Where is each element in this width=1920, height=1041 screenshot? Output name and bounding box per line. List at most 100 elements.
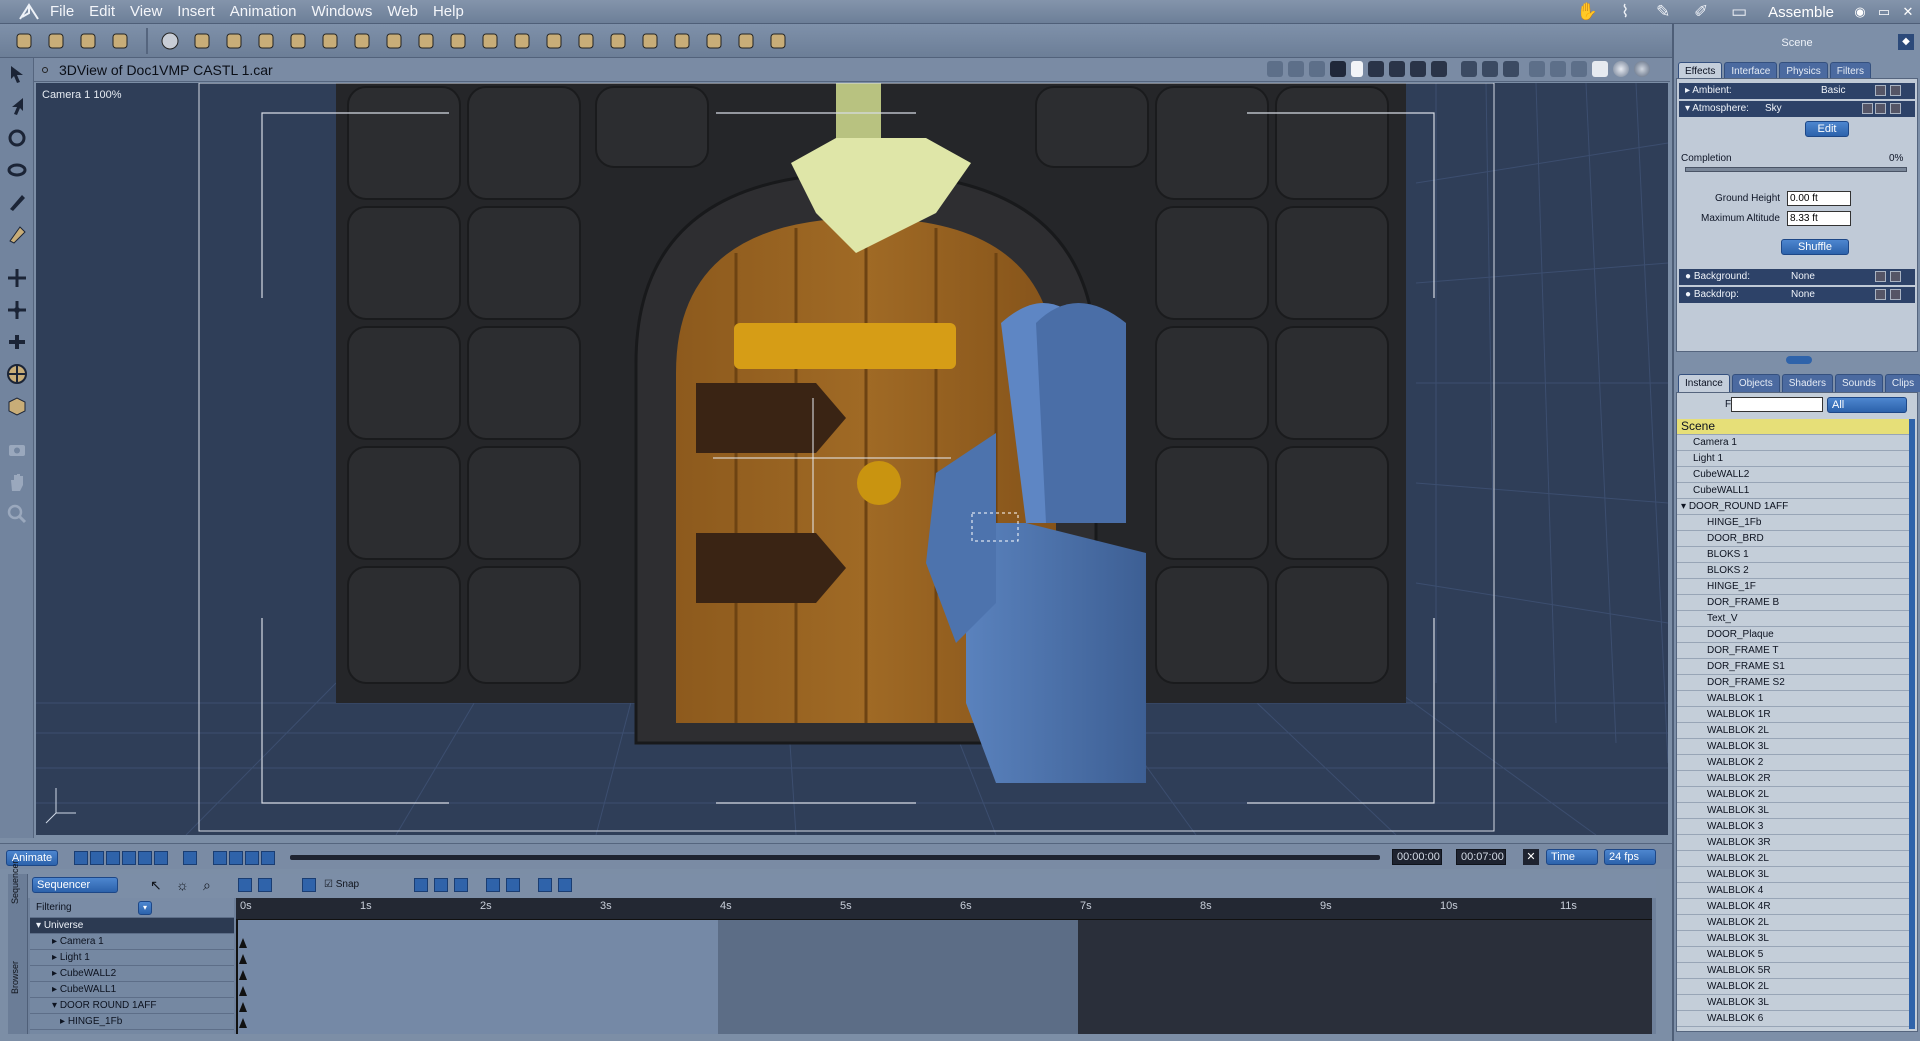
cube-wire-icon[interactable]: [1571, 61, 1587, 77]
add-key-icon[interactable]: [228, 850, 243, 865]
pointer-icon[interactable]: ↖: [150, 877, 162, 894]
fps-select[interactable]: 24 fps: [1604, 849, 1656, 865]
render-mode-icon[interactable]: [1529, 61, 1545, 77]
track-expand-icon[interactable]: ▾: [36, 920, 44, 931]
track-row[interactable]: ▾ DOOR ROUND 1AFF: [30, 998, 234, 1014]
filtering-dropdown-icon[interactable]: ▾: [138, 901, 152, 915]
cylinder-icon[interactable]: [188, 28, 216, 54]
text-icon[interactable]: [316, 28, 344, 54]
box2-icon[interactable]: [540, 28, 568, 54]
select-arrow-icon[interactable]: [0, 58, 34, 90]
shield3-icon[interactable]: [1503, 61, 1519, 77]
keyframe-marker[interactable]: [239, 970, 247, 980]
pencil-icon[interactable]: [0, 186, 34, 218]
sphere-icon[interactable]: [156, 28, 184, 54]
eye-icon[interactable]: ◉: [1848, 4, 1872, 20]
track-row[interactable]: ▸ CubeWALL2: [30, 966, 234, 982]
scene-tree-child[interactable]: WALBLOK 3: [1677, 819, 1909, 835]
wire-icon[interactable]: [1550, 61, 1566, 77]
text-agi-icon[interactable]: [572, 28, 600, 54]
snap-menu-icon[interactable]: [302, 878, 316, 892]
curve-linear-icon[interactable]: [414, 878, 428, 892]
bowl-icon[interactable]: [604, 28, 632, 54]
atmosphere-btn2-icon[interactable]: [1875, 103, 1886, 114]
scene-tree-child[interactable]: WALBLOK 2: [1677, 755, 1909, 771]
backdrop-btn2-icon[interactable]: [1890, 289, 1901, 300]
circle-icon[interactable]: [732, 28, 760, 54]
menu-windows[interactable]: Windows: [312, 0, 384, 24]
play-icon[interactable]: [122, 850, 136, 865]
scene-tree-child[interactable]: WALBLOK 2L: [1677, 979, 1909, 995]
track-row[interactable]: ▸ Light 1: [30, 950, 234, 966]
atmosphere-btn3-icon[interactable]: [1890, 103, 1901, 114]
time-scrubber[interactable]: [290, 855, 1380, 860]
box-icon[interactable]: [508, 28, 536, 54]
curve-ease-in-icon[interactable]: [486, 878, 500, 892]
scene-tree-child[interactable]: WALBLOK 3L: [1677, 803, 1909, 819]
playhead[interactable]: [236, 920, 238, 1034]
sequencer-timeline[interactable]: 0s 1s 2s 3s 4s 5s 6s 7s 8s 9s 10s 11s: [236, 898, 1652, 1034]
ambient-row[interactable]: ▸ Ambient: Basic: [1679, 83, 1915, 99]
box-tool-icon[interactable]: [0, 390, 34, 422]
scene-tree-child[interactable]: HINGE_1Fb: [1677, 515, 1909, 531]
background-btn2-icon[interactable]: [1890, 271, 1901, 282]
keyframe-marker[interactable]: [239, 1018, 247, 1028]
hand-tool-icon[interactable]: [42, 28, 70, 54]
scale-icon[interactable]: [0, 358, 34, 390]
scene-tree-child[interactable]: BLOKS 1: [1677, 547, 1909, 563]
scene-tree-child[interactable]: BLOKS 2: [1677, 563, 1909, 579]
prev-key-icon[interactable]: [212, 850, 227, 865]
hat-icon[interactable]: [444, 28, 472, 54]
ambient-btn1-icon[interactable]: [1875, 85, 1886, 96]
scene-group-item[interactable]: ▾ DOOR_ROUND 1AFF: [1677, 499, 1909, 515]
3d-viewport[interactable]: Camera 1 100%: [36, 83, 1668, 835]
end-time-field[interactable]: 00:07:00: [1456, 849, 1506, 865]
pen-icon[interactable]: [636, 28, 664, 54]
sphere-render-icon[interactable]: [1634, 61, 1650, 77]
tab-sounds[interactable]: Sounds: [1834, 374, 1883, 392]
background-row[interactable]: ● Background: None: [1679, 269, 1915, 285]
rewind-icon[interactable]: [90, 850, 104, 865]
backdrop-btn1-icon[interactable]: [1875, 289, 1886, 300]
fit-icon[interactable]: [238, 878, 252, 892]
scene-tree-child[interactable]: WALBLOK 2L: [1677, 723, 1909, 739]
track-expand-icon[interactable]: ▾: [52, 1000, 60, 1011]
ring-icon[interactable]: [284, 28, 312, 54]
scene-tree-child[interactable]: DOR_FRAME B: [1677, 595, 1909, 611]
menu-edit[interactable]: Edit: [89, 0, 126, 24]
scene-tree-child[interactable]: WALBLOK 1: [1677, 691, 1909, 707]
time-mode-select[interactable]: Time: [1546, 849, 1598, 865]
menu-view[interactable]: View: [130, 0, 173, 24]
layout-four-icon[interactable]: [1410, 61, 1426, 77]
plane-icon[interactable]: [380, 28, 408, 54]
sequencer-side-tab[interactable]: Sequencer: [10, 844, 20, 904]
twist-icon[interactable]: [0, 154, 34, 186]
paint-brush-icon[interactable]: ✎: [1650, 2, 1676, 22]
track-expand-icon[interactable]: ▸: [52, 984, 60, 995]
scene-tree-child[interactable]: DOR_FRAME T: [1677, 643, 1909, 659]
fullscreen-icon[interactable]: [1330, 61, 1346, 77]
scene-tree-item[interactable]: Camera 1: [1677, 435, 1909, 451]
scene-icon[interactable]: [1309, 61, 1325, 77]
loop-icon[interactable]: [183, 850, 198, 865]
menu-web[interactable]: Web: [387, 0, 429, 24]
sequencer-mode-select[interactable]: Sequencer: [32, 877, 118, 893]
layout-three-icon[interactable]: [1389, 61, 1405, 77]
camera-icon[interactable]: [0, 434, 34, 466]
curve-ease-out-icon[interactable]: [506, 878, 520, 892]
scene-tree-child[interactable]: WALBLOK 2L: [1677, 787, 1909, 803]
scene-tree-child[interactable]: WALBLOK 2L: [1677, 851, 1909, 867]
pin-icon[interactable]: ◆: [1898, 34, 1914, 50]
torus-icon[interactable]: [220, 28, 248, 54]
search-icon[interactable]: ⌕: [203, 877, 211, 894]
scene-tree-child[interactable]: WALBLOK 5R: [1677, 963, 1909, 979]
max-altitude-field[interactable]: 8.33 ft: [1787, 211, 1851, 226]
taper-icon[interactable]: [0, 218, 34, 250]
group-expand-icon[interactable]: ▾: [1681, 501, 1689, 512]
menu-help[interactable]: Help: [433, 0, 475, 24]
scene-tree-child[interactable]: WALBLOK 2L: [1677, 915, 1909, 931]
curve-smooth-icon[interactable]: [454, 878, 468, 892]
tab-clips[interactable]: Clips: [1884, 374, 1920, 392]
shield2-icon[interactable]: [1482, 61, 1498, 77]
panel-splitter-handle[interactable]: [1786, 356, 1812, 364]
